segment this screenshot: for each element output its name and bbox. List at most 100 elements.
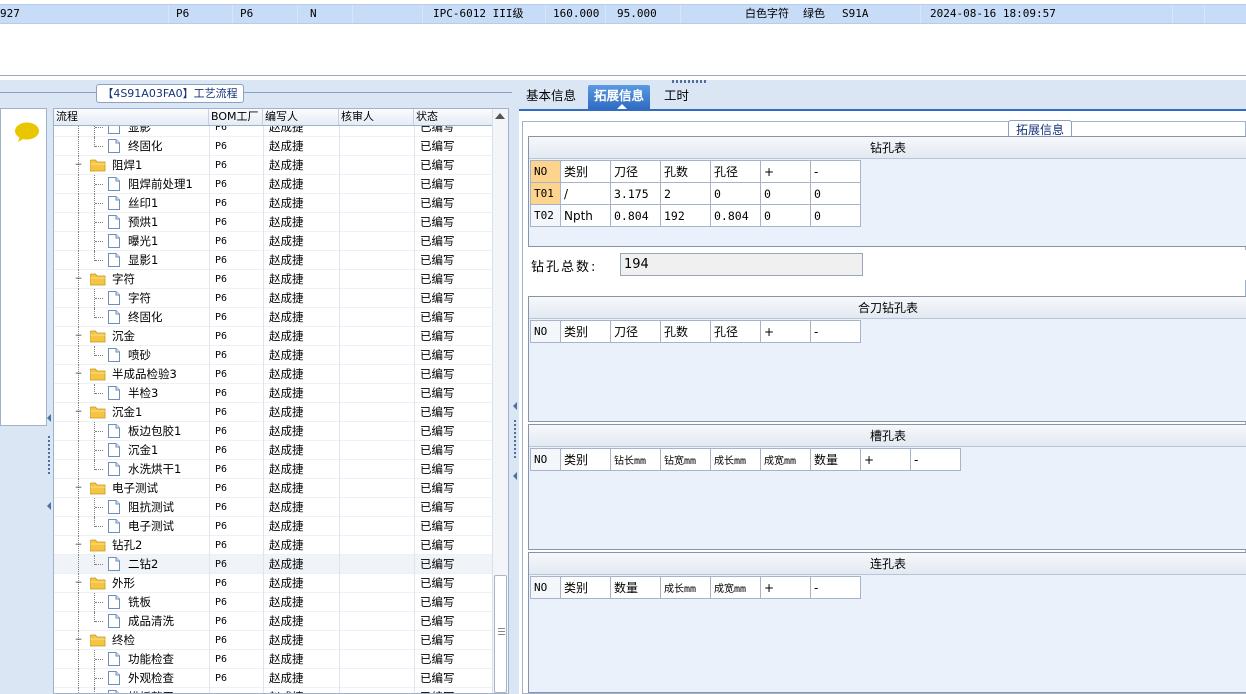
tree-row[interactable]: − 终检 P6 赵成捷 已编写 xyxy=(54,631,494,650)
tree-row[interactable]: 显影1 P6 赵成捷 已编写 xyxy=(54,251,494,270)
column-header-minus[interactable]: - xyxy=(810,576,861,599)
tree-row[interactable]: 喷砂 P6 赵成捷 已编写 xyxy=(54,346,494,365)
cell-tool-dia[interactable]: 3.175 xyxy=(610,182,661,205)
column-header-minus[interactable]: - xyxy=(910,448,961,471)
top-splitter-grip[interactable] xyxy=(672,80,708,83)
drill-count-field[interactable]: 194 xyxy=(620,253,863,276)
column-header-minus[interactable]: - xyxy=(810,160,861,183)
column-header-no[interactable]: NO xyxy=(530,160,561,183)
tree-row[interactable]: 显影 P6 赵成捷 已编写 xyxy=(54,126,494,137)
cell-no[interactable]: T02 xyxy=(530,204,561,227)
column-header-finished-width[interactable]: 成宽mm xyxy=(760,448,811,471)
column-header-minus[interactable]: - xyxy=(810,320,861,343)
splitter-grip[interactable] xyxy=(514,420,516,460)
cell-no[interactable]: T01 xyxy=(530,182,561,205)
center-splitter[interactable] xyxy=(512,80,519,694)
tree-row[interactable]: 丝印1 P6 赵成捷 已编写 xyxy=(54,194,494,213)
column-header-hole-dia[interactable]: 孔径 xyxy=(710,160,761,183)
chat-bubble-icon[interactable] xyxy=(14,121,40,143)
scroll-up-arrow-icon[interactable] xyxy=(495,113,505,119)
tree-row[interactable]: − 沉金1 P6 赵成捷 已编写 xyxy=(54,403,494,422)
column-header-writer[interactable]: 编写人 xyxy=(263,109,339,125)
column-header-drill-length[interactable]: 钻长mm xyxy=(610,448,661,471)
tree-row[interactable]: 曝光1 P6 赵成捷 已编写 xyxy=(54,232,494,251)
column-header-no[interactable]: NO xyxy=(530,576,561,599)
column-header-category[interactable]: 类别 xyxy=(560,320,611,343)
tree-row[interactable]: 二钻2 P6 赵成捷 已编写 xyxy=(54,555,494,574)
column-header-quantity[interactable]: 数量 xyxy=(610,576,661,599)
cell-hole-dia[interactable]: 0.804 xyxy=(710,204,761,227)
cell-hole-count[interactable]: 2 xyxy=(660,182,711,205)
collapse-toggle-icon[interactable]: − xyxy=(74,275,83,284)
column-header-tool-dia[interactable]: 刀径 xyxy=(610,320,661,343)
column-header-drill-width[interactable]: 钻宽mm xyxy=(660,448,711,471)
tree-row[interactable]: 板边包胶1 P6 赵成捷 已编写 xyxy=(54,422,494,441)
tree-row[interactable]: 阻抗测试 P6 赵成捷 已编写 xyxy=(54,498,494,517)
column-header-finished-width[interactable]: 成宽mm xyxy=(710,576,761,599)
column-header-plus[interactable]: + xyxy=(760,160,811,183)
collapse-toggle-icon[interactable]: − xyxy=(74,541,83,550)
tree-row[interactable]: 预烘1 P6 赵成捷 已编写 xyxy=(54,213,494,232)
cell-tool-dia[interactable]: 0.804 xyxy=(610,204,661,227)
column-header-tool-dia[interactable]: 刀径 xyxy=(610,160,661,183)
collapse-toggle-icon[interactable]: − xyxy=(74,332,83,341)
column-header-category[interactable]: 类别 xyxy=(560,160,611,183)
tree-row[interactable]: 沉金1 P6 赵成捷 已编写 xyxy=(54,441,494,460)
column-header-category[interactable]: 类别 xyxy=(560,576,611,599)
cell-minus[interactable]: 0 xyxy=(810,204,861,227)
column-header-bom[interactable]: BOM工厂 xyxy=(209,109,263,125)
column-header-reviewer[interactable]: 核审人 xyxy=(339,109,414,125)
tree-row[interactable]: 铣板 P6 赵成捷 已编写 xyxy=(54,593,494,612)
column-header-hole-dia[interactable]: 孔径 xyxy=(710,320,761,343)
tree-row[interactable]: 水洗烘干1 P6 赵成捷 已编写 xyxy=(54,460,494,479)
column-header-hole-count[interactable]: 孔数 xyxy=(660,160,711,183)
tree-row[interactable]: − 阻焊1 P6 赵成捷 已编写 xyxy=(54,156,494,175)
column-header-no[interactable]: NO xyxy=(530,320,561,343)
splitter-grip[interactable] xyxy=(48,436,50,476)
column-header-quantity[interactable]: 数量 xyxy=(810,448,861,471)
tree-row[interactable]: 字符 P6 赵成捷 已编写 xyxy=(54,289,494,308)
tree-row[interactable]: 功能检查 P6 赵成捷 已编写 xyxy=(54,650,494,669)
tree-row[interactable]: 终固化 P6 赵成捷 已编写 xyxy=(54,137,494,156)
column-header-finished-length[interactable]: 成长mm xyxy=(660,576,711,599)
collapse-arrow-icon[interactable] xyxy=(47,502,51,510)
column-header-flow[interactable]: 流程 xyxy=(54,109,209,125)
tree-row[interactable]: 半检3 P6 赵成捷 已编写 xyxy=(54,384,494,403)
tree-row[interactable]: 终固化 P6 赵成捷 已编写 xyxy=(54,308,494,327)
collapse-toggle-icon[interactable]: − xyxy=(74,370,83,379)
cell-hole-count[interactable]: 192 xyxy=(660,204,711,227)
column-header-status[interactable]: 状态 xyxy=(414,109,494,125)
tree-row[interactable]: 电子测试 P6 赵成捷 已编写 xyxy=(54,517,494,536)
collapse-arrow-icon[interactable] xyxy=(513,472,517,480)
tree-row[interactable]: 阻焊前处理1 P6 赵成捷 已编写 xyxy=(54,175,494,194)
cell-category[interactable]: Npth xyxy=(560,204,611,227)
tree-row[interactable]: − 沉金 P6 赵成捷 已编写 xyxy=(54,327,494,346)
collapse-arrow-icon[interactable] xyxy=(47,414,51,422)
collapse-toggle-icon[interactable]: − xyxy=(74,161,83,170)
cell-category[interactable]: / xyxy=(560,182,611,205)
collapse-toggle-icon[interactable]: − xyxy=(74,408,83,417)
tree-row[interactable]: − 半成品检验3 P6 赵成捷 已编写 xyxy=(54,365,494,384)
tree-row[interactable]: 成品清洗 P6 赵成捷 已编写 xyxy=(54,612,494,631)
scrollbar-thumb[interactable] xyxy=(494,575,507,693)
column-header-no[interactable]: NO xyxy=(530,448,561,471)
cell-minus[interactable]: 0 xyxy=(810,182,861,205)
collapse-toggle-icon[interactable]: − xyxy=(74,579,83,588)
collapse-toggle-icon[interactable]: − xyxy=(74,636,83,645)
column-header-finished-length[interactable]: 成长mm xyxy=(710,448,761,471)
cell-plus[interactable]: 0 xyxy=(760,182,811,205)
collapse-arrow-icon[interactable] xyxy=(513,402,517,410)
tree-row[interactable]: 外观检查 P6 赵成捷 已编写 xyxy=(54,669,494,688)
tree-row[interactable]: 烘板整平 P6 赵成捷 已编写 xyxy=(54,688,494,693)
tab-work-hours[interactable]: 工时 xyxy=(658,85,695,109)
column-header-category[interactable]: 类别 xyxy=(560,448,611,471)
tree-row[interactable]: − 电子测试 P6 赵成捷 已编写 xyxy=(54,479,494,498)
collapse-toggle-icon[interactable]: − xyxy=(74,484,83,493)
tree-row[interactable]: − 钻孔2 P6 赵成捷 已编写 xyxy=(54,536,494,555)
column-header-hole-count[interactable]: 孔数 xyxy=(660,320,711,343)
tab-basic-info[interactable]: 基本信息 xyxy=(520,85,582,109)
cell-hole-dia[interactable]: 0 xyxy=(710,182,761,205)
column-header-plus[interactable]: + xyxy=(760,320,811,343)
tree-row[interactable]: − 字符 P6 赵成捷 已编写 xyxy=(54,270,494,289)
table-row[interactable]: T02 Npth 0.804 192 0.804 0 0 xyxy=(530,204,861,227)
